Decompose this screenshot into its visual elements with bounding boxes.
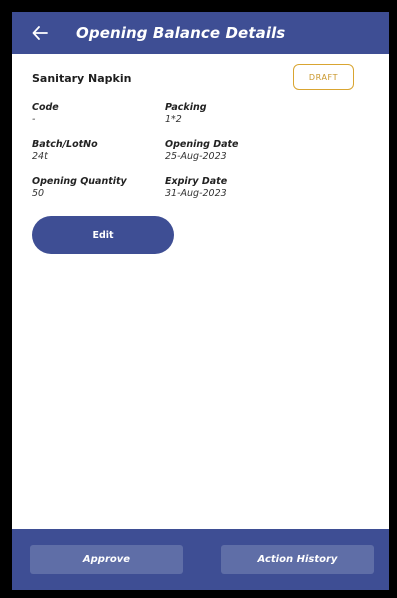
field-batch-label: Batch/LotNo [32,139,98,150]
field-batch: Batch/LotNo 24t [32,139,98,162]
field-code-label: Code [32,102,59,113]
edit-button[interactable]: Edit [32,216,174,254]
field-packing: Packing 1*2 [165,102,207,125]
screen: Opening Balance Details Sanitary Napkin … [12,12,389,590]
page-title: Opening Balance Details [76,24,286,42]
field-expiry-date-value: 31-Aug-2023 [165,188,227,199]
field-opening-quantity: Opening Quantity 50 [32,176,127,199]
field-batch-value: 24t [32,151,48,162]
arrow-left-icon [32,26,48,40]
app-header: Opening Balance Details [12,12,389,54]
field-packing-label: Packing [165,102,207,113]
approve-button[interactable]: Approve [30,545,183,574]
field-packing-value: 1*2 [165,114,182,125]
field-opening-date: Opening Date 25-Aug-2023 [165,139,239,162]
footer-bar: Approve Action History [12,529,389,590]
field-opening-quantity-label: Opening Quantity [32,176,127,187]
back-button[interactable] [20,12,60,54]
status-badge: DRAFT [293,64,354,90]
field-code-value: - [32,114,36,125]
field-expiry-date: Expiry Date 31-Aug-2023 [165,176,227,199]
action-history-button[interactable]: Action History [221,545,374,574]
field-opening-date-label: Opening Date [165,139,239,150]
product-name: Sanitary Napkin [32,72,132,85]
field-opening-date-value: 25-Aug-2023 [165,151,227,162]
field-expiry-date-label: Expiry Date [165,176,228,187]
field-opening-quantity-value: 50 [32,188,45,199]
field-code: Code - [32,102,59,125]
